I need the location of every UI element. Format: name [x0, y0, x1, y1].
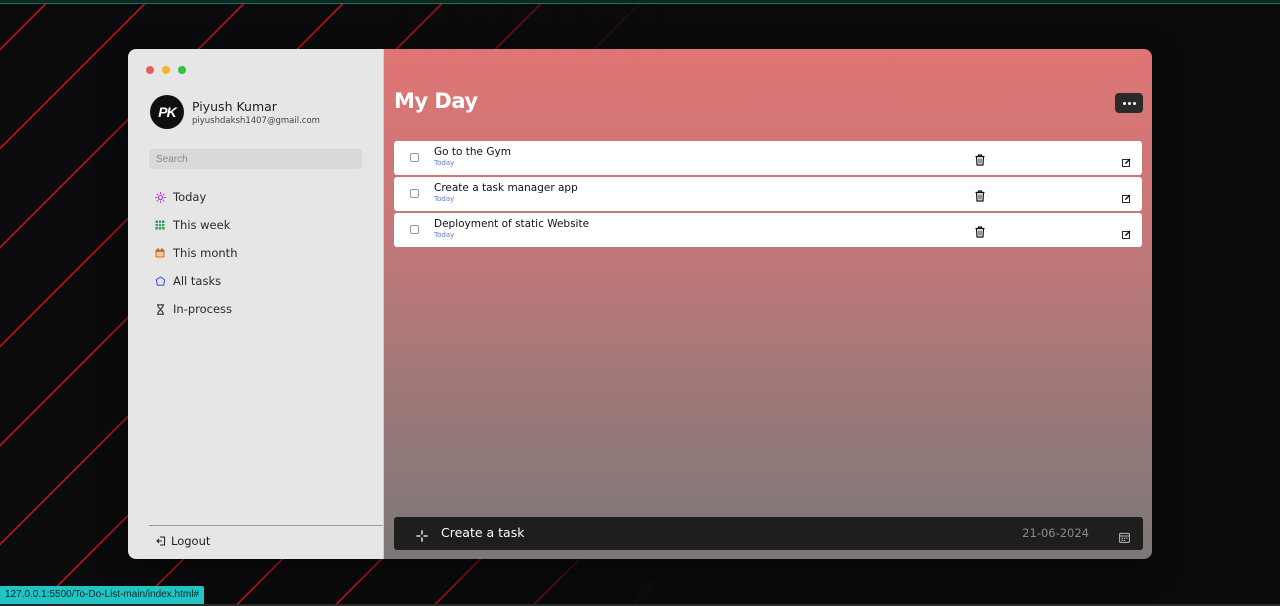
divider: [149, 525, 383, 526]
page-title: My Day: [394, 89, 478, 113]
edit-icon[interactable]: [1122, 152, 1131, 171]
sidebar-item-today[interactable]: Today: [154, 183, 237, 211]
sidebar-item-label: This week: [173, 218, 231, 232]
task-date: Today: [434, 159, 455, 167]
sidebar-item-label: Today: [173, 190, 207, 204]
sidebar-item-label: This month: [173, 246, 238, 260]
browser-status-url: 127.0.0.1:5500/To-Do-List-main/index.htm…: [0, 586, 204, 604]
logout-icon: [156, 531, 166, 550]
task-date: Today: [434, 195, 455, 203]
create-task-input[interactable]: Create a task: [441, 525, 524, 540]
calendar-icon: [154, 247, 166, 259]
task-checkbox[interactable]: [410, 153, 419, 162]
minimize-window-button[interactable]: [162, 66, 170, 74]
sidebar-item-this-week[interactable]: This week: [154, 211, 237, 239]
trash-icon[interactable]: [975, 151, 985, 170]
sidebar-item-in-process[interactable]: In-process: [154, 295, 237, 323]
profile-name: Piyush Kumar: [192, 98, 277, 114]
app-window: PK Piyush Kumar piyushdaksh1407@gmail.co…: [128, 49, 1152, 559]
calendar-picker-icon[interactable]: [1119, 528, 1130, 547]
create-task-bar: Create a task 21-06-2024: [394, 517, 1143, 550]
task-item: Go to the Gym Today: [394, 141, 1142, 175]
main-panel: My Day Go to the Gym Today Create a task…: [384, 49, 1152, 559]
top-border: [0, 0, 1280, 4]
sidebar-nav: Today This week This month All tasks In-…: [154, 183, 237, 323]
task-title: Go to the Gym: [434, 146, 511, 158]
avatar: PK: [150, 95, 184, 129]
task-item: Create a task manager app Today: [394, 177, 1142, 211]
sidebar: PK Piyush Kumar piyushdaksh1407@gmail.co…: [128, 49, 384, 559]
puzzle-icon: [154, 275, 166, 287]
user-profile: PK Piyush Kumar piyushdaksh1407@gmail.co…: [150, 95, 320, 129]
window-controls: [146, 66, 186, 74]
profile-email: piyushdaksh1407@gmail.com: [192, 115, 320, 126]
task-checkbox[interactable]: [410, 225, 419, 234]
task-checkbox[interactable]: [410, 189, 419, 198]
logout-label: Logout: [171, 533, 211, 548]
more-dots-icon: [1122, 101, 1126, 105]
sidebar-item-label: All tasks: [173, 274, 222, 288]
more-options-button[interactable]: [1115, 93, 1143, 113]
sidebar-item-all-tasks[interactable]: All tasks: [154, 267, 237, 295]
task-date: Today: [434, 231, 455, 239]
edit-icon[interactable]: [1122, 188, 1131, 207]
sidebar-item-this-month[interactable]: This month: [154, 239, 237, 267]
logout-button[interactable]: Logout: [156, 531, 210, 550]
task-item: Deployment of static Website Today: [394, 213, 1142, 247]
trash-icon[interactable]: [975, 223, 985, 242]
sun-icon: [154, 191, 166, 203]
sparkle-plus-icon[interactable]: [416, 527, 428, 546]
sidebar-item-label: In-process: [173, 302, 233, 316]
task-list: Go to the Gym Today Create a task manage…: [394, 141, 1142, 249]
edit-icon[interactable]: [1122, 224, 1131, 243]
close-window-button[interactable]: [146, 66, 154, 74]
maximize-window-button[interactable]: [178, 66, 186, 74]
task-due-date[interactable]: 21-06-2024: [1022, 526, 1089, 540]
trash-icon[interactable]: [975, 187, 985, 206]
table-grid-icon: [154, 219, 166, 231]
task-title: Deployment of static Website: [434, 218, 590, 230]
hourglass-icon: [154, 303, 166, 315]
task-title: Create a task manager app: [434, 182, 578, 194]
search-input[interactable]: [149, 149, 362, 169]
